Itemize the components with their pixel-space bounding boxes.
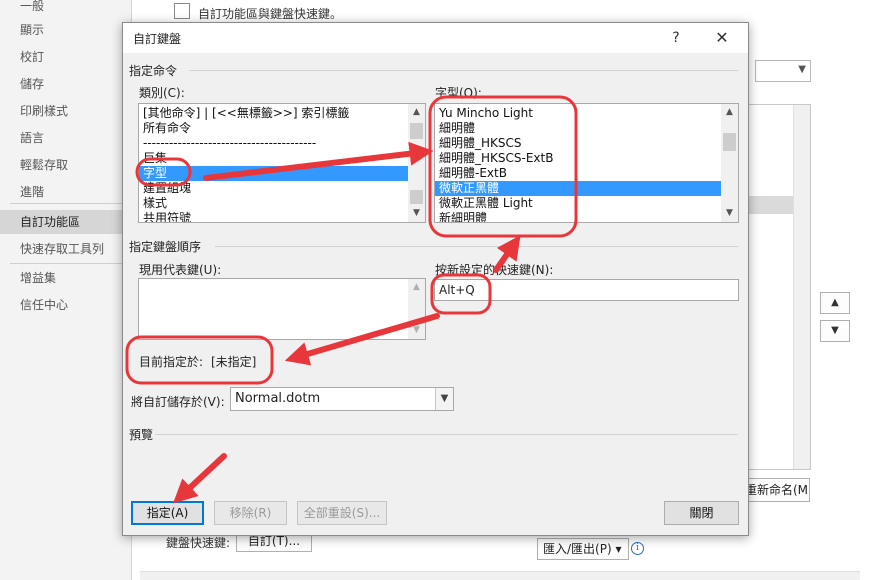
currently-assigned-value: [未指定] xyxy=(211,355,257,369)
fonts-listbox[interactable]: Yu Mincho Light 細明體 細明體_HKSCS 細明體_HKSCS-Ext… xyxy=(434,103,739,223)
categories-label: 類別(C): xyxy=(139,86,185,100)
move-down-button[interactable]: ▼ xyxy=(820,320,850,342)
nav-item-quick-access-toolbar[interactable]: 快速存取工具列 xyxy=(0,237,131,261)
category-item[interactable]: 所有命令 xyxy=(139,121,408,136)
customize-keyboard-dialog: 自訂鍵盤 ? ✕ 指定命令 類別(C): [其他命令] | [<<無標籤>>] … xyxy=(122,22,749,536)
scroll-up-icon[interactable]: ▲ xyxy=(408,104,425,121)
nav-item-display[interactable]: 顯示 xyxy=(0,18,131,42)
category-item[interactable]: 共用符號 xyxy=(139,211,408,222)
key-order-group-label: 指定鍵盤順序 xyxy=(129,240,202,254)
save-in-value: Normal.dotm xyxy=(235,391,321,406)
font-item[interactable]: Yu Mincho Light xyxy=(435,106,721,121)
nav-item-add-ins[interactable]: 增益集 xyxy=(0,266,131,290)
bg-ribbon-list-selected-row xyxy=(745,196,793,214)
scroll-thumb[interactable] xyxy=(723,133,736,151)
category-item[interactable]: 建置組塊 xyxy=(139,181,408,196)
assign-button[interactable]: 指定(A) xyxy=(131,501,204,525)
font-item[interactable]: 細明體_HKSCS xyxy=(435,136,721,151)
import-export-button[interactable]: 匯入/匯出(P) ▾ xyxy=(537,538,629,560)
scroll-down-icon[interactable]: ▼ xyxy=(721,205,738,222)
save-in-select[interactable]: Normal.dotm ▼ xyxy=(230,387,454,411)
font-item[interactable]: 微軟正黑體 Light xyxy=(435,196,721,211)
specify-command-group-label: 指定命令 xyxy=(129,64,178,78)
preview-group-label: 預覽 xyxy=(129,428,154,442)
options-header-text: 自訂功能區與鍵盤快速鍵。 xyxy=(198,7,343,21)
nav-item-accessibility[interactable]: 輕鬆存取 xyxy=(0,153,131,177)
nav-item-customize-ribbon[interactable]: 自訂功能區 xyxy=(0,210,131,234)
group-divider xyxy=(215,246,738,247)
save-in-label: 將自訂儲存於(V): xyxy=(131,395,225,409)
font-item[interactable]: 細明體 xyxy=(435,121,721,136)
fonts-label: 字型(O): xyxy=(435,86,482,100)
reset-all-button[interactable]: 全部重設(S)... xyxy=(297,501,387,525)
dialog-title: 自訂鍵盤 xyxy=(133,32,182,46)
categories-scrollbar[interactable]: ▲ ▼ xyxy=(408,104,425,222)
scroll-thumb[interactable] xyxy=(410,190,423,204)
nav-separator xyxy=(10,203,122,204)
category-item[interactable]: 字型 xyxy=(139,166,408,181)
close-dialog-button[interactable]: 關閉 xyxy=(664,501,739,525)
move-up-button[interactable]: ▲ xyxy=(820,292,850,314)
current-keys-listbox[interactable]: ▲ ▼ xyxy=(138,278,426,340)
keyboard-shortcuts-label: 鍵盤快速鍵: xyxy=(166,536,231,550)
scroll-down-icon[interactable]: ▼ xyxy=(408,205,425,222)
font-item[interactable]: 新細明體 xyxy=(435,211,721,222)
bg-ribbon-list-scrollbar[interactable] xyxy=(793,105,810,469)
nav-item-advanced[interactable]: 進階 xyxy=(0,180,131,204)
scroll-thumb[interactable] xyxy=(410,123,423,139)
nav-item-proofing[interactable]: 校訂 xyxy=(0,45,131,69)
options-nav: 一般 顯示 校訂 儲存 印刷樣式 語言 輕鬆存取 進階 自訂功能區 快速存取工具… xyxy=(0,0,132,580)
category-item[interactable]: 樣式 xyxy=(139,196,408,211)
scroll-up-icon[interactable]: ▲ xyxy=(721,104,738,121)
font-item[interactable]: 細明體_HKSCS-ExtB xyxy=(435,151,721,166)
close-icon[interactable]: ✕ xyxy=(707,25,737,51)
dialog-titlebar: 自訂鍵盤 ? ✕ xyxy=(123,23,748,53)
font-item[interactable]: 細明體-ExtB xyxy=(435,166,721,181)
nav-separator xyxy=(10,263,122,264)
nav-item-language[interactable]: 語言 xyxy=(0,126,131,150)
nav-item-trust-center[interactable]: 信任中心 xyxy=(0,293,131,317)
category-item[interactable]: [其他命令] | [<<無標籤>>] 索引標籤 xyxy=(139,106,408,121)
chevron-down-icon: ▼ xyxy=(798,64,806,75)
remove-button[interactable]: 移除(R) xyxy=(214,501,287,525)
current-keys-label: 現用代表鍵(U): xyxy=(139,263,222,277)
category-item[interactable]: 巨集 xyxy=(139,151,408,166)
font-item[interactable]: 微軟正黑體 xyxy=(435,181,721,196)
scroll-up-icon[interactable]: ▲ xyxy=(408,279,425,296)
categories-listbox[interactable]: [其他命令] | [<<無標籤>>] 索引標籤 所有命令 -------------… xyxy=(138,103,426,223)
nav-item-typography[interactable]: 印刷樣式 xyxy=(0,99,131,123)
new-shortcut-input[interactable]: Alt+Q xyxy=(434,279,739,301)
currently-assigned-label: 目前指定於: xyxy=(139,355,204,369)
chevron-down-icon[interactable]: ▼ xyxy=(435,388,453,410)
bg-horizontal-scrollbar[interactable] xyxy=(140,571,860,580)
bg-tabs-dropdown[interactable]: ▼ xyxy=(755,60,811,82)
scroll-down-icon[interactable]: ▼ xyxy=(408,322,425,339)
new-shortcut-label: 按新設定的快速鍵(N): xyxy=(435,263,554,277)
group-divider xyxy=(155,434,738,435)
info-icon: i xyxy=(631,542,644,555)
group-divider xyxy=(189,70,738,71)
customize-ribbon-icon xyxy=(174,3,190,19)
help-button[interactable]: ? xyxy=(663,25,689,51)
current-keys-scrollbar[interactable]: ▲ ▼ xyxy=(408,279,425,339)
nav-item-general[interactable]: 一般 xyxy=(0,0,131,18)
category-item[interactable]: ---------------------------------------- xyxy=(139,136,408,151)
fonts-scrollbar[interactable]: ▲ ▼ xyxy=(721,104,738,222)
nav-item-save[interactable]: 儲存 xyxy=(0,72,131,96)
